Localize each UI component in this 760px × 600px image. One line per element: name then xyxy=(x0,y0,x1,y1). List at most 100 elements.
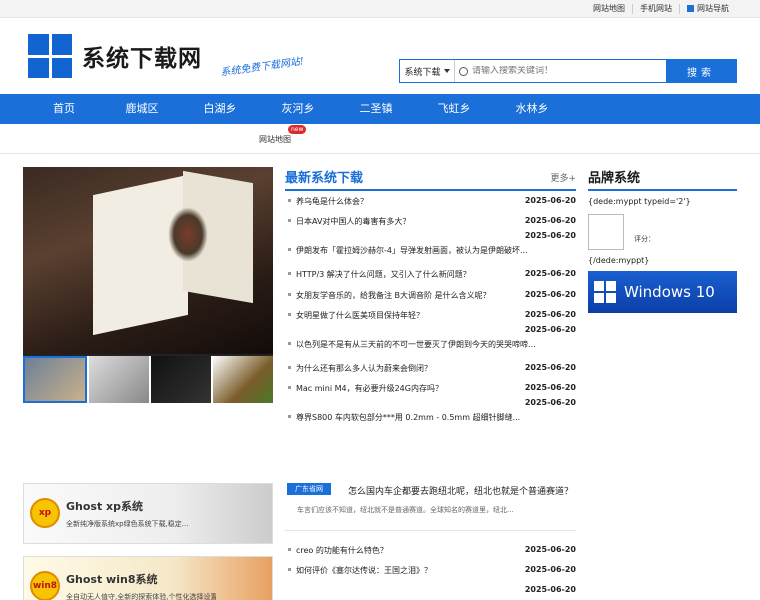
list-item[interactable]: creo 的功能有什么特色？ 2025-06-20 xyxy=(285,540,576,560)
site-name: 系统下载网 xyxy=(82,45,202,72)
bullet-icon xyxy=(288,219,291,223)
search-icon xyxy=(459,66,468,76)
bird-illustration xyxy=(168,207,208,262)
brand-image[interactable] xyxy=(588,214,624,250)
slide-image[interactable] xyxy=(23,167,273,354)
latest-downloads: 最新系统下载 更多+ 养乌龟是什么体会？ 2025-06-20 日本AV对中国人的… xyxy=(285,167,576,431)
main-nav: 首页 鹿城区 白湖乡 灰河乡 二圣镇 飞虹乡 水林乡 xyxy=(0,94,760,124)
latest-title-label: 最新系统下载 xyxy=(285,171,364,186)
windows-logo-icon xyxy=(594,281,616,303)
list-item[interactable]: Mac mini M4，有必要升级24G内存吗？ 2025-06-20 xyxy=(285,378,576,398)
featured-title[interactable]: 怎么国内车企都要去跑纽北呢，纽北也就是个普通赛道？ xyxy=(348,484,573,497)
template-tag-close: {/dede:myppt} xyxy=(588,256,650,265)
nav-item-baihu[interactable]: 白湖乡 xyxy=(181,94,259,124)
list-item-title[interactable]: HTTP/3 解决了什么问题，又引入了什么新问题？ xyxy=(296,269,516,280)
category-tag[interactable]: 广东省网 xyxy=(287,483,331,495)
list-item[interactable]: 女朋友学音乐的，给我备注 B大调音阶 是什么含义呢？ 2025-06-20 xyxy=(285,285,576,305)
list-item-date: 2025-06-20 xyxy=(524,324,576,334)
xp-badge-icon: xp xyxy=(30,498,60,528)
list-item-title[interactable]: 如何评价《塞尔达传说：王国之泪》？ xyxy=(296,565,516,576)
featured-article: 广东省网 怎么国内车企都要去跑纽北呢，纽北也就是个普通赛道？ 车言们应该不知道，… xyxy=(285,483,576,531)
list-item-date: 2025-06-20 xyxy=(524,231,576,241)
bullet-icon xyxy=(288,341,291,345)
more-list-items: creo 的功能有什么特色？ 2025-06-20 如何评价《塞尔达传说：王国之泪… xyxy=(285,540,576,600)
bullet-icon xyxy=(288,248,291,252)
subnav-sitemap-link[interactable]: 网站地图 xyxy=(259,134,291,145)
bullet-icon xyxy=(288,568,291,572)
list-item-date: 2025-06-20 xyxy=(524,269,576,279)
list-item[interactable]: 以色列是不是有从三天前的不可一世要灭了伊朗到今天的哭哭啼啼... 2025-06-… xyxy=(285,325,576,358)
brand-systems: 品牌系统 {dede:myppt typeid='2'} 评分： {/dede:… xyxy=(588,167,737,313)
slider-thumb[interactable] xyxy=(89,356,149,403)
list-item[interactable]: 伊朗发布「霍拉姆沙赫尔-4」导弹发射画面，被认为是伊朗破坏... 2025-06-… xyxy=(285,231,576,264)
latest-list: 养乌龟是什么体会？ 2025-06-20 日本AV对中国人的毒害有多大？ 2025-… xyxy=(285,191,576,431)
search-input[interactable] xyxy=(472,66,642,76)
site-nav-link[interactable]: 网站导航 xyxy=(679,4,736,14)
more-list: creo 的功能有什么特色？ 2025-06-20 如何评价《塞尔达传说：王国之泪… xyxy=(285,540,576,600)
nav-item-shuilin[interactable]: 水林乡 xyxy=(493,94,571,124)
image-slider xyxy=(23,167,273,403)
rating-label: 评分： xyxy=(634,235,655,243)
nav-item-lucheng[interactable]: 鹿城区 xyxy=(103,94,181,124)
slider-thumb[interactable] xyxy=(151,356,211,403)
windows10-banner[interactable]: Windows 10 xyxy=(588,271,737,313)
mobile-site-link[interactable]: 手机网站 xyxy=(632,4,679,14)
template-tag-open: {dede:myppt typeid='2'} xyxy=(588,197,691,206)
nav-item-home[interactable]: 首页 xyxy=(25,94,103,124)
top-bar: 网站地图 手机网站 网站导航 xyxy=(0,0,760,18)
panel-desc: 全新纯净版系统xp绿色系统下载,稳定... xyxy=(66,520,189,528)
list-item[interactable]: 女明星做了什么医美项目保持年轻？ 2025-06-20 xyxy=(285,305,576,325)
nav-item-ersheng[interactable]: 二圣镇 xyxy=(337,94,415,124)
list-item[interactable]: 日本AV对中国人的毒害有多大？ 2025-06-20 xyxy=(285,211,576,231)
list-item-date: 2025-06-20 xyxy=(524,585,576,595)
header: 系统下载网 系统免费下载网站! 系统下载 搜索 xyxy=(0,18,760,94)
brand-title: 品牌系统 xyxy=(588,167,737,191)
list-item-date: 2025-06-20 xyxy=(524,362,576,372)
nav-icon xyxy=(687,5,694,12)
list-item-title[interactable]: 以色列是不是有从三天前的不可一世要灭了伊朗到今天的哭哭啼啼... xyxy=(296,339,576,350)
site-nav-label: 网站导航 xyxy=(697,4,729,13)
panel-title[interactable]: Ghost xp系统 xyxy=(66,498,143,514)
bullet-icon xyxy=(288,415,291,419)
list-item[interactable]: 养乌龟是什么体会？ 2025-06-20 xyxy=(285,191,576,211)
list-item[interactable]: 为什么还有那么多人认为蔚来会倒闭？ 2025-06-20 xyxy=(285,358,576,378)
more-link[interactable]: 更多+ xyxy=(550,171,576,184)
list-item-date: 2025-06-20 xyxy=(524,309,576,319)
list-item[interactable]: 尊界S800 车内软包部分***用 0.2mm - 0.5mm 超细针脚缝...… xyxy=(285,398,576,431)
ghost-win8-panel[interactable]: win8 Ghost win8系统 全自动无人值守,全新的探索体验,个性化选择设… xyxy=(23,556,273,600)
search-category-select[interactable]: 系统下载 xyxy=(400,60,455,82)
bullet-icon xyxy=(288,548,291,551)
list-item-title[interactable]: 日本AV对中国人的毒害有多大？ xyxy=(296,216,516,227)
site-logo[interactable]: 系统下载网 xyxy=(28,34,202,78)
list-item-date: 2025-06-20 xyxy=(524,196,576,205)
list-item[interactable]: 2025-06-20 xyxy=(285,580,576,600)
sitemap-link[interactable]: 网站地图 xyxy=(586,4,632,14)
list-item-title[interactable]: 伊朗发布「霍拉姆沙赫尔-4」导弹发射画面，被认为是伊朗破坏... xyxy=(296,245,576,256)
slider-thumb[interactable] xyxy=(23,356,87,403)
list-item-title[interactable]: creo 的功能有什么特色？ xyxy=(296,545,516,556)
brand-card[interactable]: 评分： xyxy=(588,214,737,250)
ghost-xp-panel[interactable]: xp Ghost xp系统 全新纯净版系统xp绿色系统下载,稳定... xyxy=(23,483,273,544)
nav-item-huihe[interactable]: 灰河乡 xyxy=(259,94,337,124)
search-input-wrap xyxy=(455,60,666,82)
list-item[interactable]: 如何评价《塞尔达传说：王国之泪》？ 2025-06-20 xyxy=(285,560,576,580)
list-item-title[interactable]: 养乌龟是什么体会？ xyxy=(296,196,516,207)
list-item[interactable]: HTTP/3 解决了什么问题，又引入了什么新问题？ 2025-06-20 xyxy=(285,264,576,284)
list-item-title[interactable]: 尊界S800 车内软包部分***用 0.2mm - 0.5mm 超细针脚缝... xyxy=(296,412,576,423)
list-item-date: 2025-06-20 xyxy=(524,383,576,393)
panel-title[interactable]: Ghost win8系统 xyxy=(66,571,157,587)
search-button[interactable]: 搜索 xyxy=(666,60,736,82)
search-bar: 系统下载 搜索 xyxy=(399,59,737,83)
nav-item-feihong[interactable]: 飞虹乡 xyxy=(415,94,493,124)
list-item-title[interactable]: 女明星做了什么医美项目保持年轻？ xyxy=(296,310,516,321)
list-item-date: 2025-06-20 xyxy=(524,289,576,299)
list-item-title[interactable]: 为什么还有那么多人认为蔚来会倒闭？ xyxy=(296,363,516,374)
new-badge: new xyxy=(288,125,307,134)
slider-thumb[interactable] xyxy=(213,356,273,403)
list-item-title[interactable]: Mac mini M4，有必要升级24G内存吗？ xyxy=(296,383,516,394)
list-item-title[interactable]: 女朋友学音乐的，给我备注 B大调音阶 是什么含义呢？ xyxy=(296,290,516,301)
bullet-icon xyxy=(288,365,291,369)
slogan: 系统免费下载网站! xyxy=(219,56,305,79)
top-links: 网站地图 手机网站 网站导航 xyxy=(586,4,736,14)
sub-nav: 网站地图 new xyxy=(0,124,760,154)
